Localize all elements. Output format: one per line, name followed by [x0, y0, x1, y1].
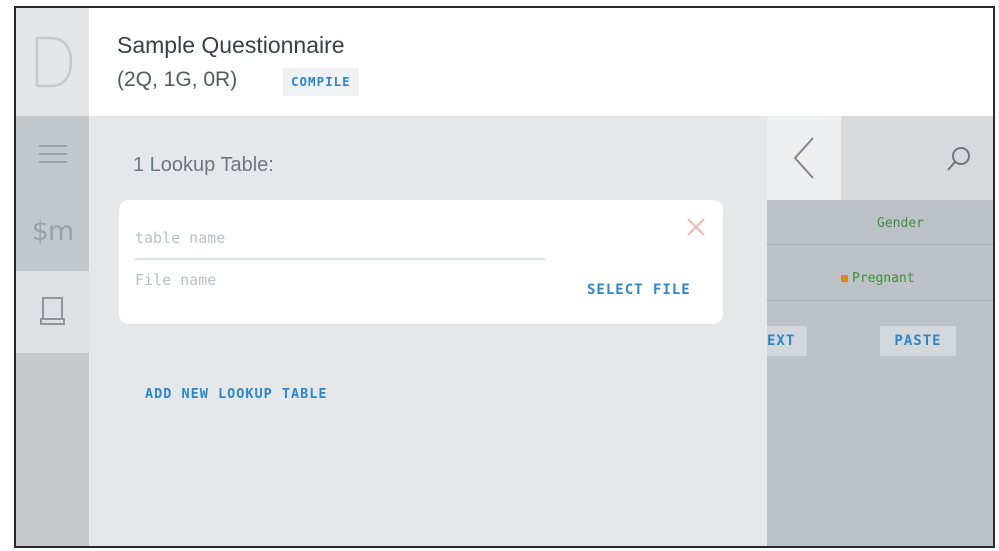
logo-d-icon — [35, 36, 72, 88]
left-rail: $m — [16, 8, 89, 546]
row-divider — [767, 244, 993, 245]
gender-tag: Gender — [877, 216, 924, 231]
add-new-lookup-table-button[interactable]: ADD NEW LOOKUP TABLE — [145, 386, 328, 402]
app-window: $m Sample Questionnaire (2Q, 1G, 0R) COM… — [14, 6, 995, 548]
pregnant-tag: Pregnant — [841, 271, 915, 286]
back-button[interactable] — [767, 116, 841, 200]
paste-button[interactable]: PASTE — [880, 326, 956, 356]
file-name-input[interactable] — [135, 262, 435, 298]
row-divider — [767, 300, 993, 301]
sidebar-item-sm[interactable]: $m — [16, 191, 89, 271]
remove-table-icon[interactable] — [683, 214, 709, 240]
pregnant-tag-label: Pregnant — [852, 271, 915, 286]
app-logo — [16, 8, 89, 116]
book-icon — [39, 297, 65, 325]
sidebar-item-sm-label: $m — [31, 215, 74, 247]
lookup-tables-heading: 1 Lookup Table: — [133, 154, 274, 176]
hamburger-menu-icon — [38, 144, 67, 163]
lookup-table-card: SELECT FILE — [119, 200, 723, 324]
table-name-input[interactable] — [135, 212, 545, 260]
search-icon[interactable] — [939, 140, 979, 180]
editor-toolbar — [767, 116, 993, 200]
question-editor-panel: Gender Pregnant EXT PASTE — [767, 116, 993, 546]
select-file-button[interactable]: SELECT FILE — [587, 282, 691, 298]
header: Sample Questionnaire (2Q, 1G, 0R) COMPIL… — [89, 8, 993, 117]
sidebar-filler — [16, 353, 89, 546]
questionnaire-title: Sample Questionnaire — [117, 32, 345, 58]
sidebar-item-lookup-tables[interactable] — [16, 271, 89, 353]
questionnaire-counts: (2Q, 1G, 0R) — [117, 68, 238, 91]
next-button[interactable]: EXT — [767, 326, 807, 356]
compile-button[interactable]: COMPILE — [283, 68, 359, 96]
sidebar-item-menu[interactable] — [16, 116, 89, 191]
lookup-tables-panel: 1 Lookup Table: SELECT FILE ADD NEW LOOK… — [89, 116, 767, 546]
chevron-left-icon — [793, 137, 814, 179]
condition-dot-icon — [841, 275, 848, 282]
